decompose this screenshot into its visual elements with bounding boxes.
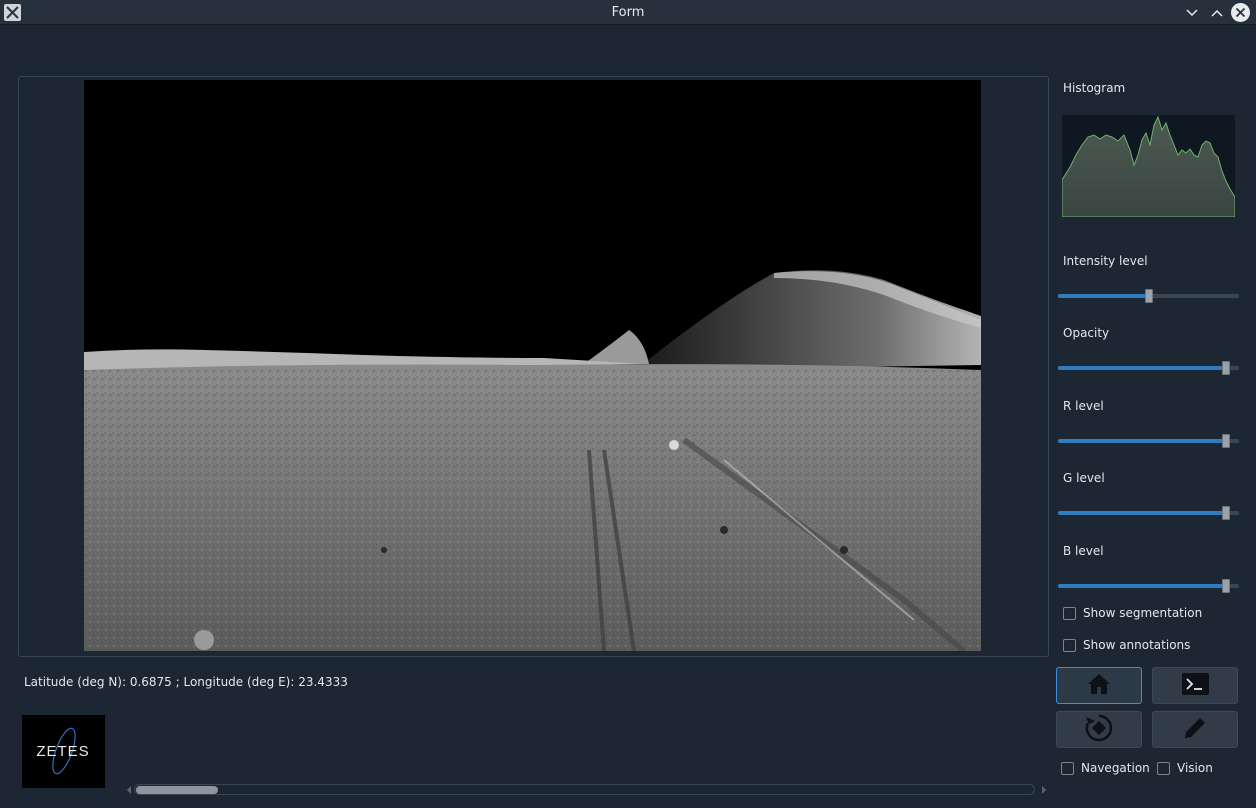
show-annotations-label: Show annotations [1083,638,1191,652]
minimize-icon[interactable] [1182,3,1202,23]
home-button[interactable] [1056,667,1142,704]
r-level-slider[interactable] [1058,433,1239,449]
terminal-icon [1181,673,1209,698]
scroll-thumb[interactable] [136,786,218,794]
show-segmentation-label: Show segmentation [1083,606,1203,620]
opacity-slider[interactable] [1058,360,1239,376]
slider-handle[interactable] [1222,434,1230,448]
b-level-label: B level [1063,544,1104,558]
slider-handle[interactable] [1145,289,1153,303]
slider-fill [1058,584,1226,588]
histogram-label: Histogram [1063,81,1126,95]
zetes-logo: ZETES [22,715,105,788]
checkbox-box[interactable] [1063,638,1076,652]
slider-fill [1058,366,1226,370]
slider-handle[interactable] [1222,361,1230,375]
coordinates-readout: Latitude (deg N): 0.6875 ; Longitude (de… [24,675,348,689]
intensity-level-label: Intensity level [1063,254,1148,268]
checkbox-box[interactable] [1157,761,1170,775]
navegation-label: Navegation [1081,761,1150,775]
checkbox-box[interactable] [1061,761,1074,775]
scroll-right-icon[interactable] [1039,784,1049,796]
b-level-slider[interactable] [1058,578,1239,594]
horizontal-scrollbar[interactable] [124,782,1049,798]
close-icon[interactable] [1231,3,1250,22]
terminal-button[interactable] [1152,667,1238,704]
slider-fill [1058,294,1149,298]
rotate-icon [1084,713,1114,746]
pencil-button[interactable] [1152,711,1238,748]
slider-fill [1058,511,1226,515]
vision-label: Vision [1177,761,1213,775]
slider-handle[interactable] [1222,506,1230,520]
rotate-button[interactable] [1056,711,1142,748]
g-level-slider[interactable] [1058,505,1239,521]
slider-handle[interactable] [1222,579,1230,593]
opacity-label: Opacity [1063,326,1110,340]
r-level-label: R level [1063,399,1104,413]
window-title: Form [611,5,645,20]
maximize-icon[interactable] [1207,3,1227,23]
scroll-left-icon[interactable] [124,784,134,796]
checkbox-box[interactable] [1063,606,1076,620]
title-bar: Form [0,0,1256,25]
navegation-checkbox[interactable]: Navegation [1061,760,1150,776]
show-segmentation-checkbox[interactable]: Show segmentation [1063,605,1202,621]
logo-text: ZETES [36,743,89,760]
histogram-plot [1061,115,1236,218]
pencil-icon [1181,714,1209,745]
vision-checkbox[interactable]: Vision [1157,760,1213,776]
lunar-surface-image[interactable] [84,80,981,651]
image-viewer-frame [18,76,1049,657]
home-icon [1087,673,1111,698]
intensity-level-slider[interactable] [1058,288,1239,304]
slider-fill [1058,439,1226,443]
g-level-label: G level [1063,471,1105,485]
show-annotations-checkbox[interactable]: Show annotations [1063,637,1190,653]
scroll-track[interactable] [134,784,1035,795]
